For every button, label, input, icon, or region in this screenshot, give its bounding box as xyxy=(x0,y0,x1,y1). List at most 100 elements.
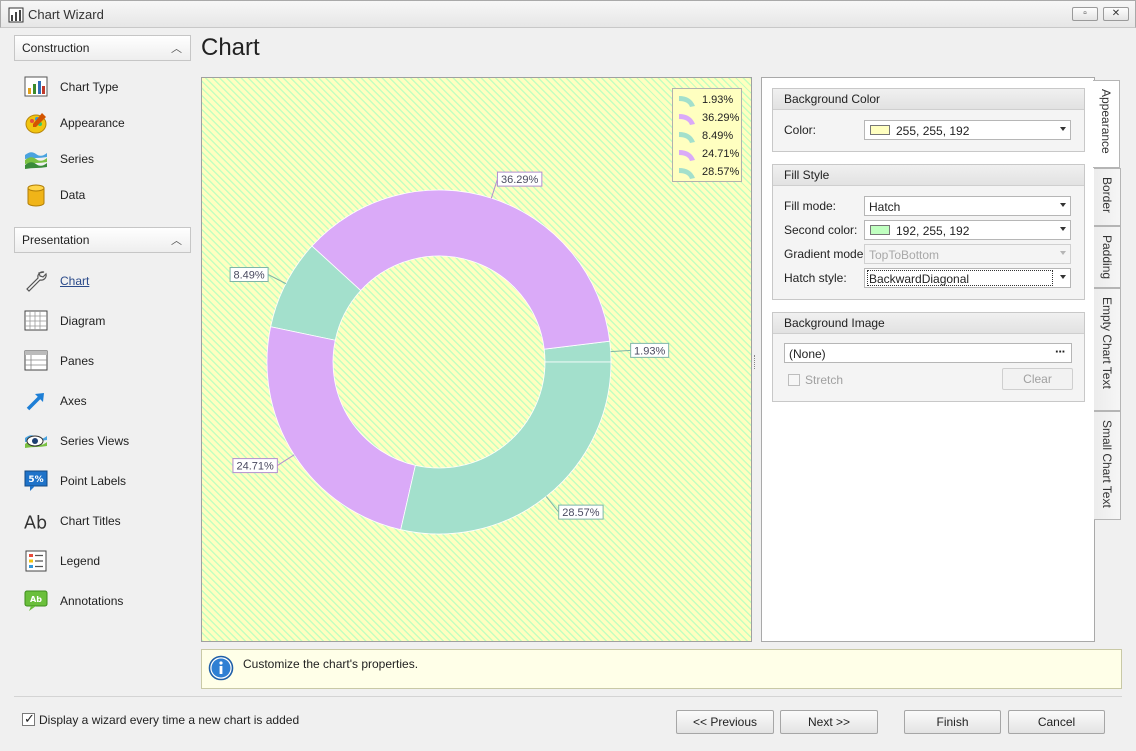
second-color-combo[interactable]: 192, 255, 192 xyxy=(864,220,1071,240)
gradient-mode-label: Gradient mode xyxy=(784,247,864,261)
nav-label-series: Series xyxy=(60,152,95,166)
color-row: Color: 255, 255, 192 xyxy=(784,120,1084,140)
tab-empty-chart-text-label: Empty Chart Text xyxy=(1100,297,1114,389)
label-leader-line xyxy=(490,178,498,199)
nav-label-series-views: Series Views xyxy=(60,434,130,448)
legend-item: 8.49% xyxy=(677,128,737,146)
fill-style-group: Fill Style Fill mode: Hatch Second color… xyxy=(772,164,1085,300)
previous-button[interactable]: << Previous xyxy=(676,710,774,734)
nav-label-data: Data xyxy=(60,188,86,202)
legend-marker xyxy=(679,168,695,179)
tab-small-chart-text[interactable]: Small Chart Text xyxy=(1094,411,1121,520)
dropdown-arrow-icon xyxy=(1060,275,1066,279)
nav-item-chart-titles[interactable]: Ab Chart Titles xyxy=(22,507,187,535)
diagram-icon xyxy=(24,310,48,331)
point-labels-icon: 5% xyxy=(24,470,48,491)
point-label: 24.71% xyxy=(236,461,274,473)
point-label: 1.93% xyxy=(634,345,665,357)
presentation-group-header[interactable]: Presentation ︿ xyxy=(14,227,191,253)
nav-label-diagram: Diagram xyxy=(60,314,106,328)
dropdown-arrow-icon xyxy=(1060,127,1066,131)
label-leader-line xyxy=(267,274,287,285)
close-button[interactable]: ✕ xyxy=(1103,7,1129,21)
panel-splitter[interactable] xyxy=(754,355,758,369)
legend-icon xyxy=(25,550,47,572)
color-combo[interactable]: 255, 255, 192 xyxy=(864,120,1071,140)
chart-legend: 1.93% 36.29% 8.49% 24.71% 28.57% xyxy=(672,88,742,182)
wrench-icon xyxy=(26,271,47,292)
legend-label: 24.71% xyxy=(702,148,740,160)
nav-item-axes[interactable]: Axes xyxy=(22,387,187,415)
nav-item-diagram[interactable]: Diagram xyxy=(22,307,187,335)
nav-item-chart-type[interactable]: Chart Type xyxy=(22,73,187,101)
color-swatch xyxy=(870,125,890,135)
hatch-style-combo[interactable]: BackwardDiagonal xyxy=(864,268,1071,288)
legend-label: 36.29% xyxy=(702,112,740,124)
tab-border[interactable]: Border xyxy=(1094,168,1121,226)
gradient-mode-row: Gradient mode TopToBottom xyxy=(784,244,1084,264)
dropdown-arrow-icon xyxy=(1060,227,1066,231)
presentation-header-label: Presentation xyxy=(22,233,90,247)
tab-empty-chart-text[interactable]: Empty Chart Text xyxy=(1094,288,1121,411)
chart-type-icon xyxy=(24,76,48,97)
nav-label-point-labels: Point Labels xyxy=(60,474,127,488)
nav-item-legend[interactable]: Legend xyxy=(22,547,187,575)
fill-mode-value: Hatch xyxy=(869,200,901,214)
tab-appearance[interactable]: Appearance xyxy=(1093,80,1120,168)
doughnut-chart: 1.93% 36.29% 8.49% 24.71% 28.57% xyxy=(229,171,670,535)
legend-label: 8.49% xyxy=(702,130,734,142)
legend-label: 1.93% xyxy=(702,94,734,106)
nav-label-appearance: Appearance xyxy=(60,116,125,130)
construction-group-header[interactable]: Construction ︿ xyxy=(14,35,191,61)
point-label: 28.57% xyxy=(562,507,600,519)
background-image-field[interactable]: (None) ··· xyxy=(784,343,1072,363)
tab-padding[interactable]: Padding xyxy=(1094,226,1121,288)
chart-titles-icon: Ab xyxy=(24,513,47,533)
background-color-group: Background Color Color: 255, 255, 192 xyxy=(772,88,1085,152)
point-label: 36.29% xyxy=(501,174,539,186)
point-labels-icon-text: 5% xyxy=(28,475,43,485)
chart-preview[interactable]: 1.93% 36.29% 8.49% 24.71% 28.57% 1.93% 36.29%… xyxy=(201,77,752,642)
nav-label-chart-type: Chart Type xyxy=(60,80,119,94)
gradient-mode-combo: TopToBottom xyxy=(864,244,1071,264)
nav-item-annotations[interactable]: Ab Annotations xyxy=(22,587,187,615)
background-image-value: (None) xyxy=(789,347,826,361)
dropdown-arrow-icon xyxy=(1060,251,1066,255)
fill-mode-combo[interactable]: Hatch xyxy=(864,196,1071,216)
hatch-style-value: BackwardDiagonal xyxy=(867,270,1053,286)
label-leader-line xyxy=(610,349,631,353)
tab-small-chart-text-label: Small Chart Text xyxy=(1100,420,1114,508)
legend-label: 28.57% xyxy=(702,166,740,178)
annotations-icon: Ab xyxy=(24,590,48,611)
nav-item-data[interactable]: Data xyxy=(22,181,187,209)
nav-item-appearance[interactable]: Appearance xyxy=(22,109,187,137)
fill-style-header: Fill Style xyxy=(773,165,1084,186)
legend-item: 1.93% xyxy=(677,92,737,110)
cancel-button[interactable]: Cancel xyxy=(1008,710,1105,734)
color-label: Color: xyxy=(784,123,817,137)
panes-icon xyxy=(24,350,48,371)
finish-button[interactable]: Finish xyxy=(904,710,1001,734)
chevron-up-icon: ︿ xyxy=(171,235,182,247)
stretch-checkbox-box xyxy=(788,374,800,386)
hatch-style-label: Hatch style: xyxy=(784,271,847,285)
nav-label-chart-titles: Chart Titles xyxy=(60,514,121,528)
nav-item-point-labels[interactable]: 5% Point Labels xyxy=(22,467,187,495)
nav-item-series[interactable]: Series xyxy=(22,145,187,173)
construction-header-label: Construction xyxy=(22,41,90,55)
legend-marker xyxy=(679,150,695,161)
legend-marker xyxy=(679,114,695,125)
nav-item-chart[interactable]: Chart xyxy=(22,267,187,295)
next-button[interactable]: Next >> xyxy=(780,710,878,734)
chart-titles-icon-text: Ab xyxy=(24,513,47,533)
show-wizard-checkbox-box[interactable]: ✓ xyxy=(22,711,35,726)
nav-item-panes[interactable]: Panes xyxy=(22,347,187,375)
tab-padding-label: Padding xyxy=(1100,235,1114,280)
close-icon: ✕ xyxy=(1111,8,1121,19)
restore-button[interactable]: ▫ xyxy=(1072,7,1098,21)
second-color-row: Second color: 192, 255, 192 xyxy=(784,220,1084,240)
ellipsis-icon[interactable]: ··· xyxy=(1055,344,1066,359)
title-bar: Chart Wizard ▫ ✕ xyxy=(0,0,1136,28)
nav-item-series-views[interactable]: Series Views xyxy=(22,427,187,455)
gradient-mode-value: TopToBottom xyxy=(869,248,940,262)
